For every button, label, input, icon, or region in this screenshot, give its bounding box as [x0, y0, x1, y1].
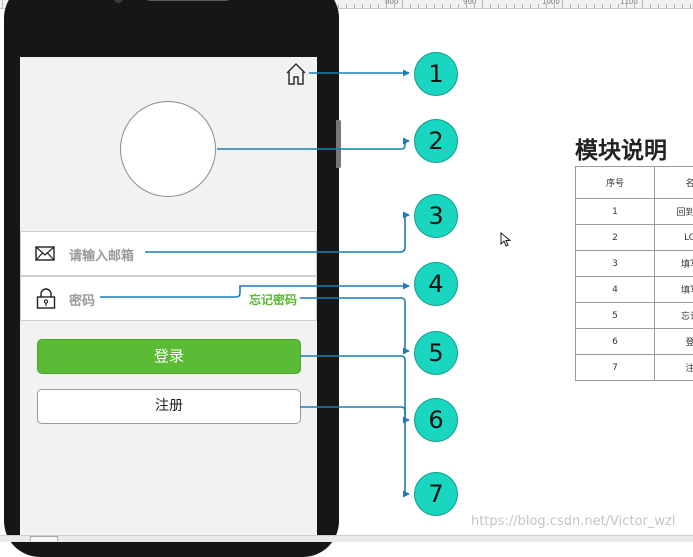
ruler-tick	[682, 4, 683, 8]
annotation-badge-3: 3	[414, 194, 458, 238]
row-index: 6	[576, 329, 655, 355]
login-button[interactable]: 登录	[37, 339, 301, 374]
ruler-tick	[418, 4, 419, 8]
row-name: 忘记	[655, 303, 693, 329]
ruler-tick	[570, 4, 571, 8]
ruler-tick	[602, 4, 603, 8]
ruler-tick	[354, 4, 355, 8]
module-table: 序号 名 1回到主 2LO 3填写 4填写 5忘记 6登 7注	[575, 166, 693, 381]
ruler-tick	[442, 4, 443, 8]
table-row: 1回到主	[576, 199, 693, 225]
ruler-tick	[346, 4, 347, 8]
ruler-tick	[434, 4, 435, 8]
ruler-tick	[450, 4, 451, 8]
email-field[interactable]: 请输入邮箱	[20, 231, 317, 276]
ruler-tick	[402, 0, 403, 8]
lock-icon	[36, 288, 56, 309]
ruler-label: 800	[385, 0, 398, 6]
ruler-tick	[538, 4, 539, 8]
row-index: 2	[576, 225, 655, 251]
ruler-tick	[618, 4, 619, 8]
annotation-badge-4: 4	[414, 262, 458, 306]
table-row: 7注	[576, 355, 693, 381]
watermark: https://blog.csdn.net/Victor_wzl	[471, 514, 675, 529]
ruler-tick	[642, 0, 643, 8]
password-placeholder: 密码	[69, 290, 95, 309]
row-index: 1	[576, 199, 655, 225]
envelope-icon	[35, 246, 55, 261]
row-name: 注	[655, 355, 693, 381]
home-icon[interactable]	[285, 62, 307, 86]
row-index: 7	[576, 355, 655, 381]
ruler-tick	[658, 4, 659, 8]
ruler-label: 1000	[542, 0, 560, 6]
ruler-tick	[426, 4, 427, 8]
header-name: 名	[655, 167, 693, 199]
ruler-tick	[514, 4, 515, 8]
ruler-tick	[2, 0, 3, 8]
ruler-tick	[690, 4, 691, 8]
row-index: 3	[576, 251, 655, 277]
ruler-tick	[522, 4, 523, 8]
ruler-tick	[610, 4, 611, 8]
table-row: 6登	[576, 329, 693, 355]
ruler-tick	[562, 0, 563, 8]
annotation-badge-2: 2	[414, 119, 458, 163]
ruler-tick	[666, 4, 667, 8]
avatar-placeholder[interactable]	[120, 101, 216, 197]
register-button[interactable]: 注册	[37, 389, 301, 424]
forgot-password-link[interactable]: 忘记密码	[249, 291, 297, 308]
row-name: 填写	[655, 277, 693, 303]
ruler-tick	[482, 0, 483, 8]
row-index: 4	[576, 277, 655, 303]
ruler-tick	[530, 4, 531, 8]
ruler-tick	[586, 4, 587, 8]
ruler-label: 1100	[620, 0, 638, 6]
phone-camera	[114, 0, 123, 3]
ruler-tick	[338, 4, 339, 8]
table-row: 2LO	[576, 225, 693, 251]
ruler-label: 900	[463, 0, 476, 6]
ruler-tick	[578, 4, 579, 8]
ruler-tick	[410, 4, 411, 8]
ruler-tick	[378, 4, 379, 8]
bottom-page-tab[interactable]	[30, 536, 58, 541]
ruler-tick	[490, 4, 491, 8]
annotation-badge-7: 7	[414, 472, 458, 516]
header-index: 序号	[576, 167, 655, 199]
table-row: 4填写	[576, 277, 693, 303]
module-table-title: 模块说明	[575, 131, 667, 165]
ruler-tick	[362, 4, 363, 8]
table-row: 5忘记	[576, 303, 693, 329]
annotation-badge-1: 1	[414, 52, 458, 96]
table-row: 3填写	[576, 251, 693, 277]
mouse-cursor-icon	[500, 232, 511, 247]
row-name: LO	[655, 225, 693, 251]
ruler-tick	[650, 4, 651, 8]
row-index: 5	[576, 303, 655, 329]
ruler-tick	[370, 4, 371, 8]
module-table-viewport: 序号 名 1回到主 2LO 3填写 4填写 5忘记 6登 7注	[575, 166, 693, 386]
email-placeholder: 请输入邮箱	[69, 245, 134, 264]
phone-speaker	[147, 0, 229, 1]
ruler-tick	[506, 4, 507, 8]
row-name: 回到主	[655, 199, 693, 225]
ruler-tick	[458, 4, 459, 8]
annotation-badge-5: 5	[414, 331, 458, 375]
row-name: 填写	[655, 251, 693, 277]
annotation-badge-6: 6	[414, 398, 458, 442]
ruler-tick	[594, 4, 595, 8]
row-name: 登	[655, 329, 693, 355]
ruler-tick	[498, 4, 499, 8]
ruler-tick	[674, 4, 675, 8]
table-header-row: 序号 名	[576, 167, 693, 199]
phone-side-button	[336, 120, 341, 168]
